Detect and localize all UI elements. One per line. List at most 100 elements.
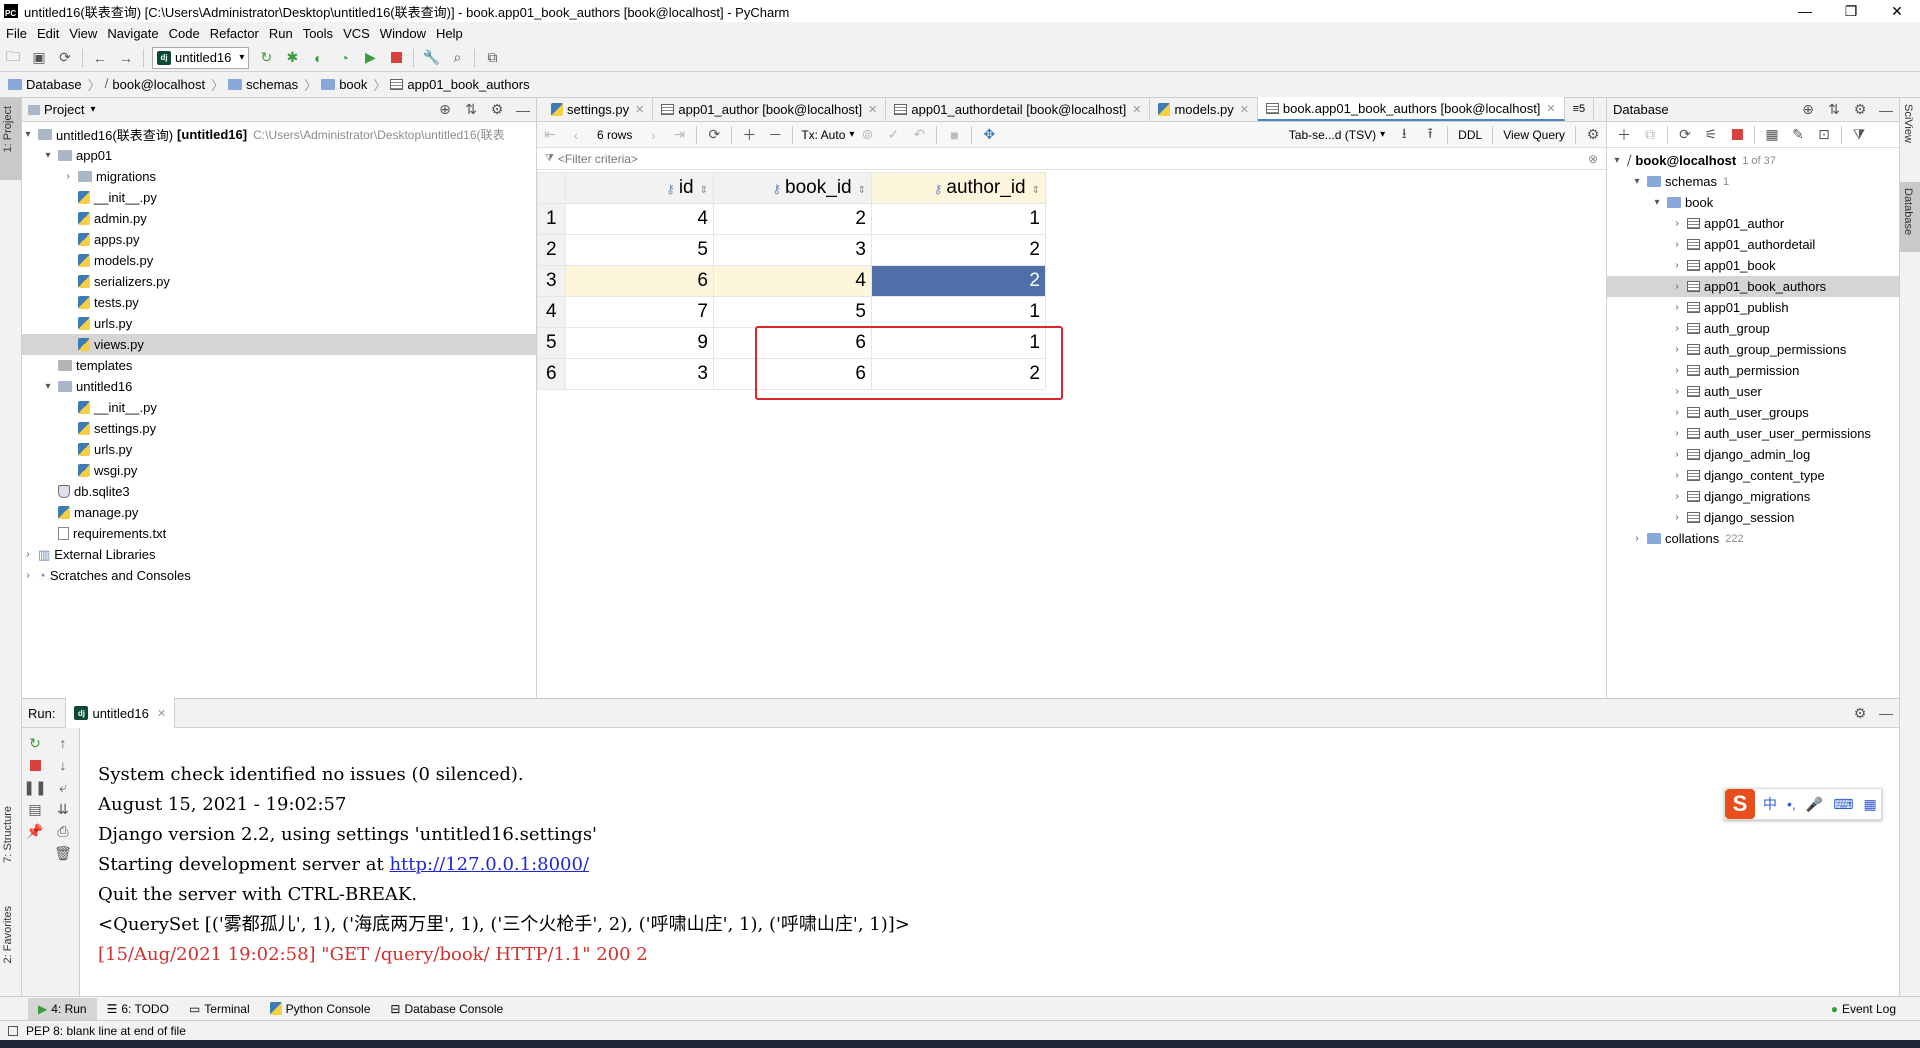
cell-id[interactable]: 9: [565, 327, 714, 359]
breadcrumb-table[interactable]: app01_book_authors: [390, 77, 530, 92]
print-icon[interactable]: ⎙: [52, 820, 74, 842]
column-header-book-id[interactable]: ⚷ book_id ⇕: [713, 172, 872, 204]
rerun-icon[interactable]: ↻: [255, 47, 277, 69]
row-number[interactable]: 4: [537, 296, 566, 328]
menu-refactor[interactable]: Refactor: [210, 26, 259, 41]
refresh-icon[interactable]: ⟳: [703, 124, 725, 146]
hide-icon[interactable]: —: [512, 99, 534, 121]
tree-item-schemas[interactable]: ▾ schemas 1: [1607, 171, 1899, 192]
favorites-tool-tab[interactable]: 2: Favorites: [2, 906, 14, 963]
chevron-down-icon[interactable]: ▾: [90, 104, 95, 115]
tree-item[interactable]: urls.py: [22, 313, 536, 334]
cell-id[interactable]: 5: [565, 234, 714, 266]
chevron-right-icon[interactable]: ›: [1671, 407, 1683, 418]
gear-icon[interactable]: ⚙: [1582, 124, 1604, 146]
tab-database-console[interactable]: ⊟ Database Console: [380, 998, 513, 1020]
clear-filter-icon[interactable]: ⊗: [1588, 152, 1598, 166]
row-number[interactable]: 6: [537, 358, 566, 390]
editor-tab[interactable]: app01_author [book@localhost] ✕: [653, 97, 887, 121]
run-tab[interactable]: dj untitled16 ✕: [65, 698, 176, 728]
cell-id[interactable]: 4: [565, 203, 714, 235]
soft-wrap-icon[interactable]: ⤶: [52, 776, 74, 798]
tree-item[interactable]: models.py: [22, 250, 536, 271]
tree-item[interactable]: serializers.py: [22, 271, 536, 292]
tree-item-connection[interactable]: ▾ ⧸ book@localhost 1 of 37: [1607, 150, 1899, 171]
search-icon[interactable]: ⌕: [446, 47, 468, 69]
chevron-down-icon[interactable]: ▾: [1611, 155, 1623, 166]
cell-id[interactable]: 6: [565, 265, 714, 297]
refresh-icon[interactable]: ⟳: [1674, 124, 1696, 146]
menu-tools[interactable]: Tools: [303, 26, 333, 41]
close-icon[interactable]: ✕: [1546, 102, 1555, 115]
breadcrumb-schema[interactable]: book: [321, 77, 367, 92]
tree-item[interactable]: __init__.py: [22, 397, 536, 418]
chevron-right-icon[interactable]: ›: [62, 171, 74, 182]
maximize-button[interactable]: ❐: [1828, 0, 1874, 22]
cell-id[interactable]: 3: [565, 358, 714, 390]
chevron-right-icon[interactable]: ›: [1671, 512, 1683, 523]
row-number[interactable]: 5: [537, 327, 566, 359]
cell-book-id[interactable]: 3: [713, 234, 872, 266]
console-icon[interactable]: ⊡: [1813, 124, 1835, 146]
close-button[interactable]: ✕: [1874, 0, 1920, 22]
tree-item[interactable]: manage.py: [22, 502, 536, 523]
profile-icon[interactable]: ◔: [333, 47, 355, 69]
grid-icon[interactable]: ▦: [1863, 796, 1876, 813]
trash-icon[interactable]: 🗑: [52, 842, 74, 864]
ddl-button[interactable]: DDL: [1458, 128, 1482, 142]
microphone-icon[interactable]: 🎤: [1806, 796, 1823, 813]
next-page-icon[interactable]: ›: [642, 124, 664, 146]
open-folder-icon[interactable]: 🗀: [2, 47, 24, 69]
chevron-right-icon[interactable]: ›: [1671, 302, 1683, 313]
db-table-item[interactable]: › auth_group_permissions: [1607, 339, 1899, 360]
extractor-select[interactable]: Tab-se...d (TSV): [1289, 128, 1376, 142]
last-page-icon[interactable]: ⇥: [668, 124, 690, 146]
chevron-right-icon[interactable]: ›: [1671, 344, 1683, 355]
breadcrumb-database[interactable]: Database: [8, 77, 82, 92]
project-tool-tab[interactable]: 1: Project: [2, 106, 14, 152]
pause-icon[interactable]: ❚❚: [23, 776, 46, 798]
db-table-item[interactable]: › app01_book_authors: [1607, 276, 1899, 297]
sync-icon[interactable]: ⟳: [54, 47, 76, 69]
run-config-select[interactable]: dj untitled16 ▾: [152, 46, 250, 69]
row-number[interactable]: 2: [537, 234, 566, 266]
ime-chinese-mode[interactable]: 中: [1763, 794, 1777, 814]
menu-navigate[interactable]: Navigate: [107, 26, 158, 41]
stop-icon[interactable]: [1726, 124, 1748, 146]
save-all-icon[interactable]: ▣: [28, 47, 50, 69]
db-table-item[interactable]: › auth_permission: [1607, 360, 1899, 381]
ime-punctuation[interactable]: •,: [1787, 796, 1796, 812]
menu-vcs[interactable]: VCS: [343, 26, 370, 41]
hide-icon[interactable]: —: [1875, 99, 1897, 121]
tree-item[interactable]: views.py: [22, 334, 536, 355]
view-query-button[interactable]: View Query: [1503, 128, 1565, 142]
cell-book-id[interactable]: 5: [713, 296, 872, 328]
db-table-item[interactable]: › auth_group: [1607, 318, 1899, 339]
breadcrumb-connection[interactable]: ⧸ book@localhost: [105, 77, 205, 92]
chevron-right-icon[interactable]: ›: [22, 570, 34, 581]
structure-tool-tab[interactable]: 7: Structure: [2, 806, 14, 863]
chevron-down-icon[interactable]: ▾: [22, 129, 34, 140]
db-table-item[interactable]: › app01_publish: [1607, 297, 1899, 318]
sciview-tool-tab[interactable]: SciView: [1902, 104, 1914, 143]
column-header-author-id[interactable]: ⚷ author_id ⇕: [871, 172, 1046, 204]
cell-author-id[interactable]: 1: [871, 296, 1046, 328]
run-concurrency-icon[interactable]: ▶: [359, 47, 381, 69]
chevron-right-icon[interactable]: ›: [22, 549, 34, 560]
tree-item[interactable]: __init__.py: [22, 187, 536, 208]
close-icon[interactable]: ✕: [157, 707, 166, 720]
tab-overflow-button[interactable]: ≡5: [1565, 97, 1595, 121]
close-icon[interactable]: ✕: [868, 103, 877, 116]
db-table-item[interactable]: › app01_book: [1607, 255, 1899, 276]
event-log-button[interactable]: ● Event Log: [1821, 998, 1906, 1020]
wrench-icon[interactable]: 🔧: [420, 47, 442, 69]
close-icon[interactable]: ✕: [635, 103, 644, 116]
chevron-right-icon[interactable]: ›: [1671, 449, 1683, 460]
back-icon[interactable]: ←: [89, 47, 111, 69]
sync-schema-icon[interactable]: ⚟: [1700, 124, 1722, 146]
cell-id[interactable]: 7: [565, 296, 714, 328]
editor-tab[interactable]: settings.py ✕: [543, 97, 654, 121]
chevron-right-icon[interactable]: ›: [1671, 323, 1683, 334]
first-page-icon[interactable]: ⇤: [539, 124, 561, 146]
tree-item[interactable]: tests.py: [22, 292, 536, 313]
